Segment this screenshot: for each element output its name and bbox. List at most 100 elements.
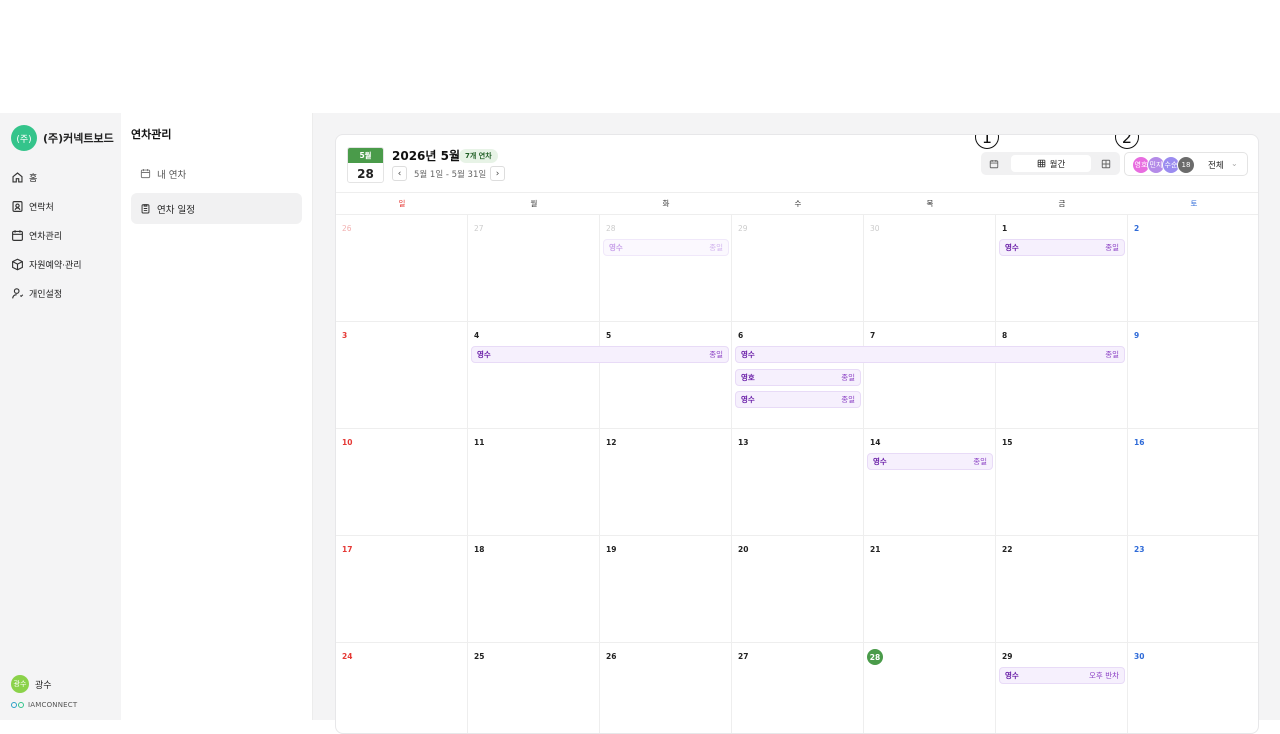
- nav-item-home[interactable]: 홈: [11, 163, 119, 192]
- people-filter-label: 전체: [1208, 161, 1224, 171]
- day-cell[interactable]: 17: [336, 536, 468, 643]
- leave-event[interactable]: 영수 종일: [999, 239, 1125, 256]
- next-month-button[interactable]: ›: [490, 166, 505, 181]
- day-number: 1: [1002, 224, 1008, 233]
- annotation-marker-1: 1: [975, 135, 999, 149]
- leave-event[interactable]: 영수 종일: [735, 346, 1125, 363]
- leave-event[interactable]: 영수 종일: [603, 239, 729, 256]
- day-number: 2: [1134, 224, 1140, 233]
- day-cell[interactable]: 26: [336, 215, 468, 322]
- day-cell[interactable]: 28: [864, 643, 996, 733]
- leave-event[interactable]: 영수 오후 반차: [999, 667, 1125, 684]
- day-cell[interactable]: 29: [996, 643, 1128, 733]
- day-cell[interactable]: 13: [732, 429, 864, 536]
- today-badge: 5월 28: [347, 147, 384, 183]
- day-cell[interactable]: 5: [600, 322, 732, 429]
- day-number: 17: [342, 545, 353, 554]
- day-cell[interactable]: 25: [468, 643, 600, 733]
- calendar-icon: [140, 169, 151, 179]
- day-cell[interactable]: 24: [336, 643, 468, 733]
- sub-sidebar-title: 연차관리: [131, 128, 172, 141]
- leave-event[interactable]: 영수 종일: [471, 346, 729, 363]
- leave-event[interactable]: 영수 종일: [735, 391, 861, 408]
- calendar-icon: [12, 230, 23, 241]
- day-cell[interactable]: 30: [864, 215, 996, 322]
- nav-label: 연락처: [29, 203, 54, 213]
- nav-item-leave[interactable]: 연차관리: [11, 221, 119, 250]
- day-cell[interactable]: 15: [996, 429, 1128, 536]
- day-cell[interactable]: 22: [996, 536, 1128, 643]
- avatar-more: 18: [1177, 156, 1195, 174]
- day-cell[interactable]: 26: [600, 643, 732, 733]
- day-cell[interactable]: 30: [1128, 643, 1258, 733]
- day-cell[interactable]: 12: [600, 429, 732, 536]
- weekday-label: 금: [1058, 199, 1066, 208]
- day-cell[interactable]: 21: [864, 536, 996, 643]
- today-day-number: 28: [867, 649, 883, 665]
- day-cell[interactable]: 1: [996, 215, 1128, 322]
- leave-event[interactable]: 영호 종일: [735, 369, 861, 386]
- day-cell[interactable]: 4: [468, 322, 600, 429]
- weekday-label: 토: [1190, 199, 1198, 208]
- day-number: 10: [342, 438, 353, 447]
- day-cell[interactable]: 10: [336, 429, 468, 536]
- day-cell[interactable]: 14: [864, 429, 996, 536]
- nav-label: 연차관리: [29, 232, 63, 242]
- nav-item-contacts[interactable]: 연락처: [11, 192, 119, 221]
- people-filter[interactable]: 영호 민지 수순 18 전체 ⌄: [1124, 152, 1248, 176]
- event-type: 종일: [709, 350, 723, 359]
- nav-item-resources[interactable]: 자원예약·관리: [11, 250, 119, 279]
- day-cell[interactable]: 27: [732, 643, 864, 733]
- event-type: 종일: [1105, 243, 1119, 252]
- day-number: 30: [1134, 652, 1145, 661]
- weekday-header: 일 월 화 수 목 금 토: [336, 192, 1258, 215]
- event-name: 영수: [873, 457, 887, 466]
- current-user[interactable]: 광수 광수: [11, 675, 52, 693]
- day-cell[interactable]: 7: [864, 322, 996, 429]
- nav-item-settings[interactable]: 개인설정: [11, 279, 119, 308]
- view-grid-button[interactable]: [1098, 156, 1114, 171]
- day-cell[interactable]: 16: [1128, 429, 1258, 536]
- day-cell[interactable]: 29: [732, 215, 864, 322]
- day-cell[interactable]: 9: [1128, 322, 1258, 429]
- day-number: 30: [870, 224, 880, 233]
- prev-month-button[interactable]: ‹: [392, 166, 407, 181]
- day-number: 22: [1002, 545, 1013, 554]
- brand-logo-icon: [11, 702, 24, 708]
- event-name: 영수: [1005, 671, 1019, 680]
- sub-item-leave-schedule[interactable]: 연차 일정: [131, 193, 302, 224]
- day-cell[interactable]: 18: [468, 536, 600, 643]
- event-type: 종일: [973, 457, 987, 466]
- day-cell[interactable]: 28: [600, 215, 732, 322]
- event-name: 영수: [477, 350, 491, 359]
- day-cell[interactable]: 23: [1128, 536, 1258, 643]
- event-name: 영수: [741, 395, 755, 404]
- date-range: 5월 1일 - 5월 31일: [414, 170, 487, 180]
- view-toggle: 월간: [981, 152, 1120, 175]
- view-month-label: 월간: [1049, 159, 1066, 170]
- day-number: 29: [738, 224, 748, 233]
- day-number: 14: [870, 438, 881, 447]
- day-number: 13: [738, 438, 749, 447]
- view-day-button[interactable]: [986, 156, 1002, 171]
- day-cell[interactable]: 27: [468, 215, 600, 322]
- org-switcher[interactable]: (주) (주)커넥트보드: [11, 125, 114, 151]
- today-day: 28: [357, 166, 374, 181]
- leave-count-badge: 7개 연차: [459, 149, 498, 163]
- day-number: 16: [1134, 438, 1145, 447]
- day-cell[interactable]: 20: [732, 536, 864, 643]
- day-number: 27: [738, 652, 749, 661]
- sub-item-my-leave[interactable]: 내 연차: [131, 158, 302, 189]
- leave-event[interactable]: 영수 종일: [867, 453, 993, 470]
- view-month-button[interactable]: 월간: [1011, 155, 1091, 172]
- day-cell[interactable]: 2: [1128, 215, 1258, 322]
- org-logo: (주): [11, 125, 37, 151]
- day-cell[interactable]: 19: [600, 536, 732, 643]
- day-number: 7: [870, 331, 876, 340]
- chevron-down-icon: ⌄: [1231, 159, 1238, 168]
- weekday-label: 수: [794, 199, 802, 208]
- day-cell[interactable]: 3: [336, 322, 468, 429]
- sub-sidebar: 연차관리 내 연차 연차 일정: [121, 113, 313, 720]
- day-cell[interactable]: 8: [996, 322, 1128, 429]
- day-cell[interactable]: 11: [468, 429, 600, 536]
